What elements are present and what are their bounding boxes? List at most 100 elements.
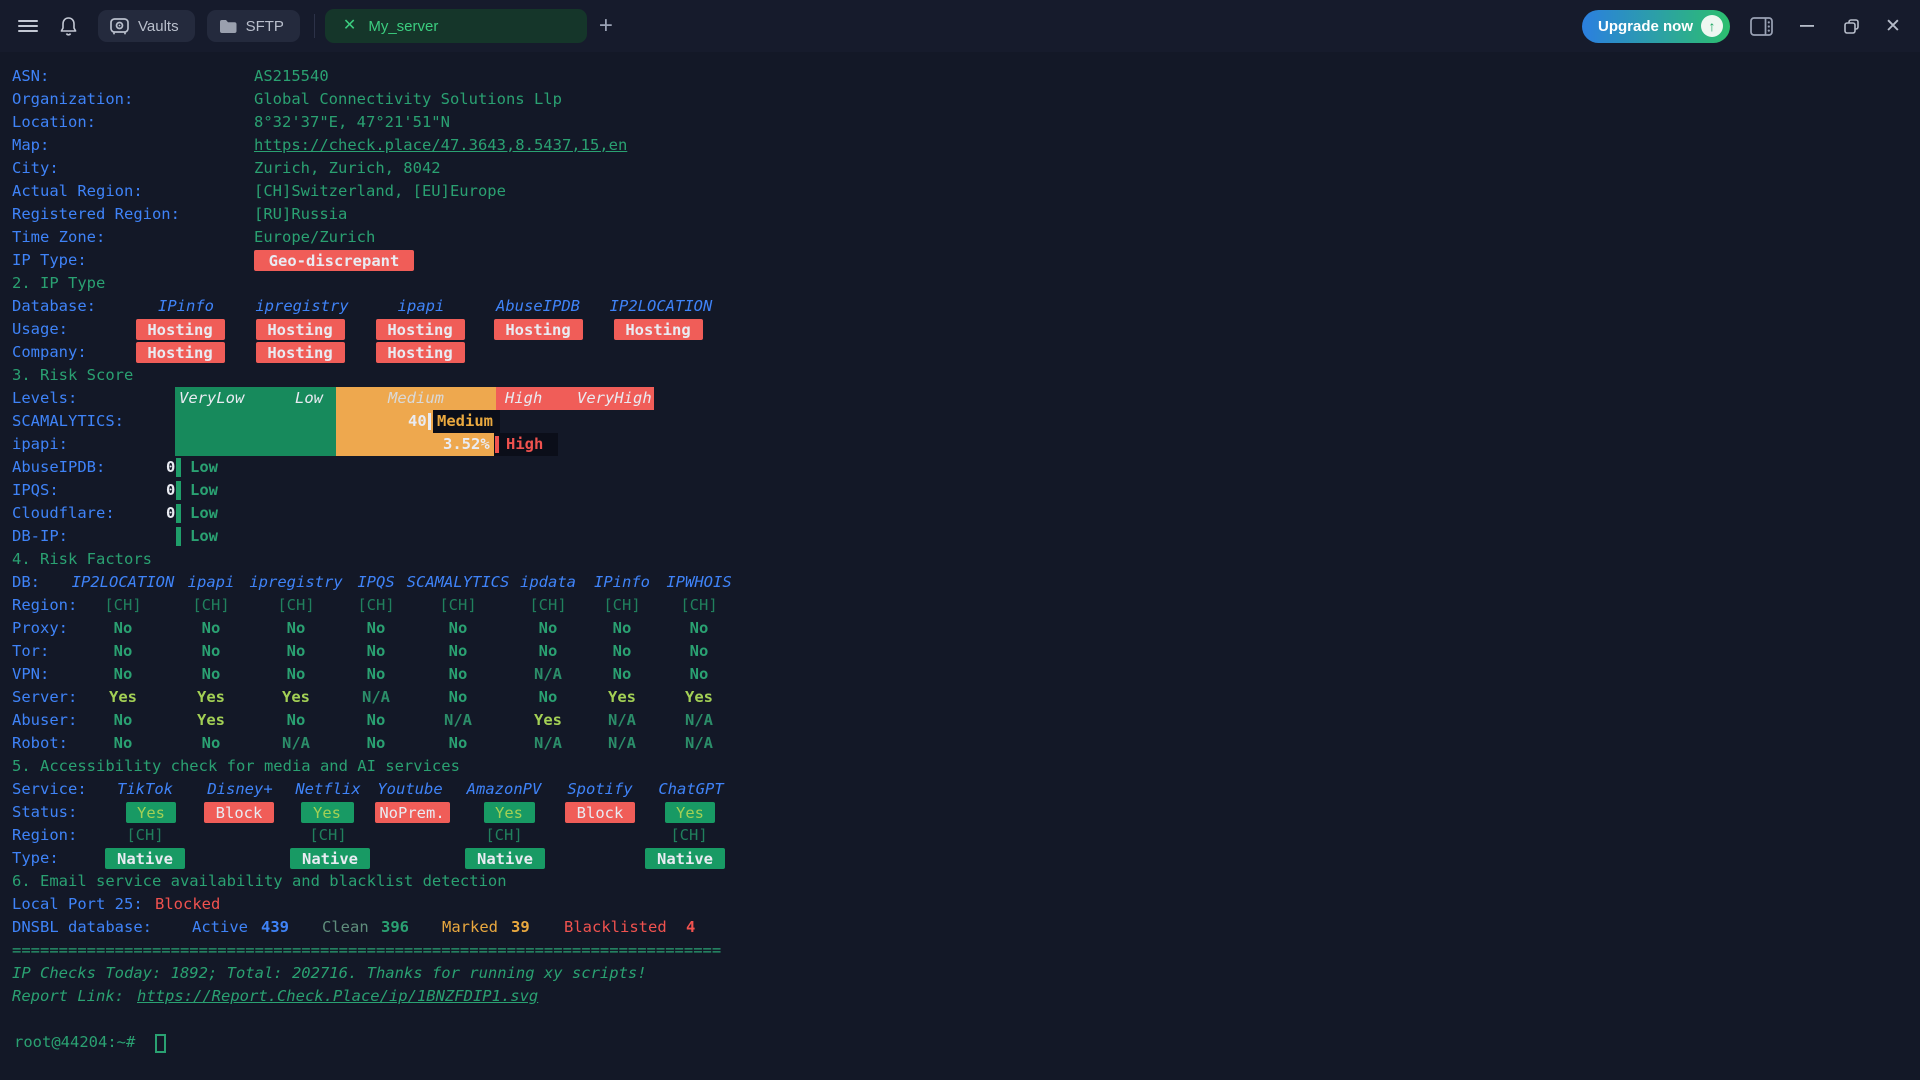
section-risk-score: 3. Risk Score [12,364,133,387]
terminal-line: 4. Risk Factors [0,548,1920,571]
status-badge: Hosting [376,342,465,363]
terminal-text: Europe/Zurich [254,226,375,249]
terminal-text: No [367,640,386,663]
terminal-text: IPinfo [594,571,650,594]
new-tab-button[interactable]: + [599,12,613,40]
terminal-text: No [449,686,468,709]
terminal-text: Netflix [295,778,360,801]
terminal-line: 6. Email service availability and blackl… [0,870,1920,893]
vault-icon [110,18,129,35]
terminal-line: ipapi:3.52%High [0,433,1920,456]
terminal-line: VPN:NoNoNoNoNoN/ANoNo [0,663,1920,686]
tab-my-server[interactable]: ✕ My_server [325,9,587,43]
terminal-text: Abuser: [12,709,77,732]
terminal-text: Disney+ [207,778,272,801]
terminal-text: ipapi [188,571,235,594]
terminal-text: Usage: [12,318,68,341]
restore-button[interactable] [1834,9,1868,43]
terminal[interactable]: ASN:AS215540Organization:Global Connecti… [0,52,1920,1080]
close-window-button[interactable]: ✕ [1876,9,1910,43]
status-badge: Yes [126,802,176,823]
terminal-text: SCAMALYTICS [407,571,510,594]
status-badge: Hosting [494,319,583,340]
terminal-text: Yes [282,686,310,709]
menu-button[interactable] [10,8,46,44]
terminal-text: No [539,686,558,709]
terminal-text: Zurich, Zurich, 8042 [254,157,441,180]
terminal-text: Database: [12,295,96,318]
minimize-button[interactable] [1790,9,1824,43]
terminal-text: No [202,640,221,663]
terminal-text: No [367,663,386,686]
map-link[interactable]: https://check.place/47.3643,8.5437,15,en [254,134,627,157]
terminal-text: No [114,617,133,640]
terminal-text: 396 [381,916,409,939]
terminal-text: Low [295,387,323,410]
close-tab-icon[interactable]: ✕ [343,18,356,34]
terminal-text: No [449,663,468,686]
terminal-line: Region:[CH][CH][CH][CH] [0,824,1920,847]
terminal-text: Low [190,502,218,525]
terminal-line: Actual Region:[CH]Switzerland, [EU]Europ… [0,180,1920,203]
upgrade-button[interactable]: Upgrade now ↑ [1582,10,1730,43]
terminal-text: [CH] [680,594,717,617]
terminal-text: Yes [197,709,225,732]
terminal-text: 439 [261,916,289,939]
terminal-text: ipregistry [249,571,342,594]
terminal-text: No [690,663,709,686]
shell-prompt: root@44204:~# [14,1031,135,1054]
side-panel-icon [1750,17,1773,36]
status-badge: Hosting [376,319,465,340]
terminal-line: root@44204:~# [0,1031,1920,1054]
status-badge: Block [565,802,635,823]
terminal-text: [CH] [529,594,566,617]
terminal-text: VeryLow [179,387,244,410]
terminal-line: DB-IP:Low [0,525,1920,548]
terminal-text: ipapi: [12,433,68,456]
status-badge: Hosting [256,342,345,363]
terminal-text: Status: [12,801,77,824]
terminal-text: No [287,709,306,732]
status-badge: Block [204,802,274,823]
terminal-text: Service: [12,778,87,801]
terminal-text: No [202,663,221,686]
report-link[interactable]: https://Report.Check.Place/ip/1BNZFDIP1.… [137,985,538,1008]
terminal-text: Blocked [155,893,220,916]
toggle-panel-button[interactable] [1744,9,1778,43]
terminal-line: Registered Region:[RU]Russia [0,203,1920,226]
terminal-text: N/A [608,709,636,732]
notifications-button[interactable] [50,8,86,44]
terminal-text: Tor: [12,640,49,663]
status-badge: Hosting [256,319,345,340]
terminal-text: No [114,663,133,686]
terminal-text: No [367,617,386,640]
terminal-text: Proxy: [12,617,68,640]
titlebar-divider [314,14,315,38]
terminal-text: No [287,663,306,686]
terminal-text: ASN: [12,65,49,88]
terminal-text: [CH]Switzerland, [EU]Europe [254,180,506,203]
terminal-text: No [114,732,133,755]
terminal-text: [CH] [126,824,163,847]
hamburger-icon [18,20,38,22]
terminal-text: N/A [608,732,636,755]
vaults-button[interactable]: Vaults [98,10,195,42]
terminal-line: Report Link: https://Report.Check.Place/… [0,985,1920,1008]
terminal-line: Time Zone: Europe/Zurich [0,226,1920,249]
terminal-line: IPQS:0Low [0,479,1920,502]
terminal-line: Local Port 25:Blocked [0,893,1920,916]
terminal-text: Time Zone: [12,226,105,249]
terminal-line: Location:8°32'37"E, 47°21'51"N [0,111,1920,134]
terminal-text: ipregistry [255,295,348,318]
terminal-text: IP2LOCATION [610,295,713,318]
terminal-text: [CH] [603,594,640,617]
terminal-line [0,1008,1920,1031]
terminal-text: [CH] [670,824,707,847]
terminal-text: No [539,617,558,640]
terminal-line: Abuser:NoYesNoNoN/AYesN/AN/A [0,709,1920,732]
terminal-line: 2. IP Type [0,272,1920,295]
terminal-text: 8°32'37"E, 47°21'51"N [254,111,450,134]
terminal-text: [CH] [309,824,346,847]
sftp-button[interactable]: SFTP [207,10,300,42]
terminal-text: [CH] [485,824,522,847]
